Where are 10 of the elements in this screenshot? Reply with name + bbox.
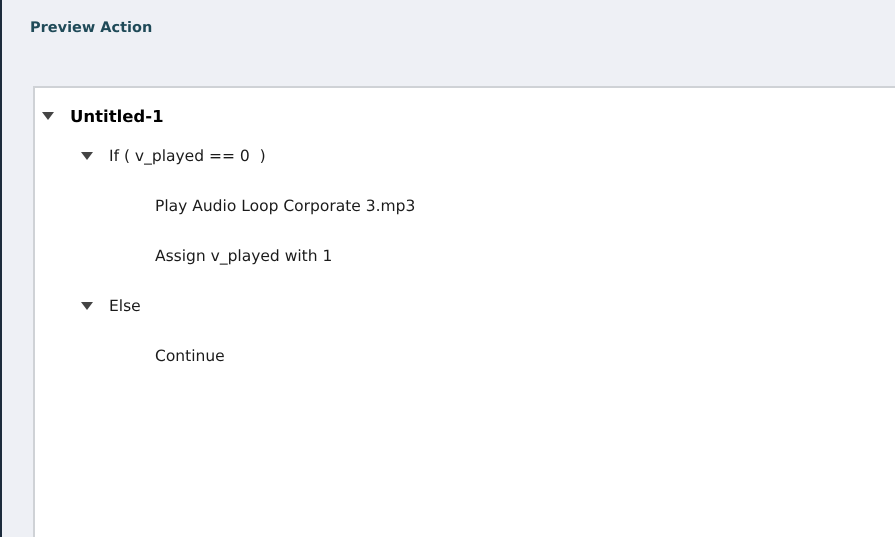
expand-arrow-icon[interactable] [81, 152, 93, 160]
tree-item[interactable]: Untitled-1 [70, 106, 164, 126]
tree-item[interactable]: Else [109, 297, 141, 315]
tree-item[interactable]: Play Audio Loop Corporate 3.mp3 [155, 197, 416, 215]
tree-item[interactable]: Continue [155, 347, 225, 365]
tree-item[interactable]: Assign v_played with 1 [155, 247, 332, 265]
tree-item[interactable]: If ( v_played == 0 ) [109, 147, 266, 165]
panel-title: Preview Action [30, 20, 152, 36]
expand-arrow-icon[interactable] [42, 112, 54, 120]
expand-arrow-icon[interactable] [81, 302, 93, 310]
